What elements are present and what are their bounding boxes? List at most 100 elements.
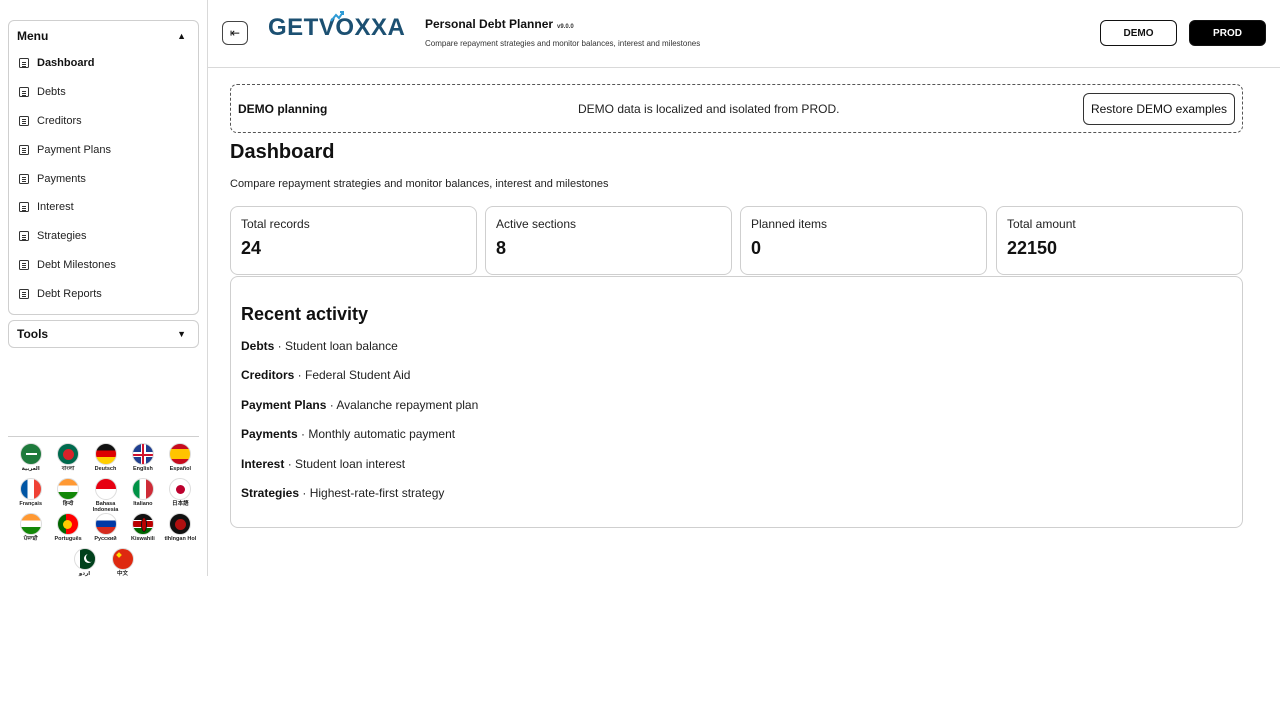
tools-panel-toggle[interactable]: Tools ▼ [8,320,199,349]
stat-label: Planned items [751,217,828,231]
kenya-flag-icon [131,513,154,535]
bangladesh-flag-icon [57,443,80,465]
language-russian[interactable]: Русский [87,513,124,546]
france-flag-icon [19,478,42,500]
language-punjabi[interactable]: ਪੰਜਾਬੀ [12,513,49,546]
chevron-up-icon[interactable]: ▲ [177,31,186,41]
restore-demo-button[interactable]: Restore DEMO examples [1083,93,1235,125]
stat-card-total-amount: Total amount 22150 [996,206,1243,275]
china-flag-icon [111,548,134,570]
app-subtitle: Compare repayment strategies and monitor… [425,39,701,48]
list-item: Interest · Student loan interest [241,456,406,471]
language-french[interactable]: Français [12,478,49,511]
menu-header[interactable]: Menu ▲ [9,25,198,49]
document-icon [19,259,29,270]
language-english[interactable]: English [124,443,161,476]
banner-message: DEMO data is localized and isolated from… [578,101,840,116]
list-item: Payments · Monthly automatic payment [241,427,456,442]
list-item: Strategies · Highest-rate-first strategy [241,485,445,500]
stat-value: 8 [496,238,507,258]
menu-title: Menu [17,29,49,43]
sidebar-item-label: Dashboard [37,57,95,70]
stat-card-active-sections: Active sections 8 [485,206,732,275]
language-arabic[interactable]: العربية [12,443,49,476]
document-icon [19,87,29,98]
arrow-logo-icon [330,11,344,22]
stat-value: 24 [241,238,262,258]
language-urdu[interactable]: اردو [66,548,104,581]
brand-logo: GETVOXXA [268,11,405,42]
language-hindi[interactable]: हिन्दी [49,478,86,511]
sidebar-item-label: Debts [37,86,66,99]
tools-title: Tools [17,327,49,342]
language-spanish[interactable]: Español [162,443,199,476]
document-icon [19,115,29,126]
klingon-flag-icon [169,513,192,535]
india-flag-icon [57,478,80,500]
sidebar-item-interest[interactable]: Interest [9,193,198,222]
uk-flag-icon [131,443,154,465]
document-icon [19,58,29,69]
chevron-down-icon[interactable]: ▼ [177,329,186,339]
app-title: Personal Debt Planner v9.0.0 [425,17,574,31]
menu-panel: Menu ▲ Dashboard Debts Creditors Payment… [8,20,199,316]
sidebar-item-payment-plans[interactable]: Payment Plans [9,135,198,164]
pakistan-flag-icon [73,548,96,570]
document-icon [19,173,29,184]
language-italian[interactable]: Italiano [124,478,161,511]
sidebar-item-label: Creditors [37,114,82,127]
language-chinese[interactable]: 中文 [104,548,142,581]
demo-banner: DEMO planning DEMO data is localized and… [230,84,1243,133]
demo-env-button[interactable]: DEMO [1100,20,1177,46]
document-icon [19,231,29,242]
germany-flag-icon [94,443,117,465]
app-version: v9.0.0 [557,24,574,30]
document-icon [19,202,29,213]
list-item: Payment Plans · Avalanche repayment plan [241,397,479,412]
document-icon [19,144,29,155]
language-bengali[interactable]: বাংলা [49,443,86,476]
india-flag-icon [19,513,42,535]
activity-title: Recent activity [241,304,369,324]
sidebar-item-label: Strategies [37,230,87,243]
saudi-flag-icon [19,443,42,465]
stat-label: Active sections [496,217,577,231]
list-item: Debts · Student loan balance [241,339,398,353]
indonesia-flag-icon [94,478,117,500]
banner-title: DEMO planning [238,101,328,116]
sidebar-item-label: Interest [37,201,74,214]
spain-flag-icon [169,443,192,465]
stat-card-total-records: Total records 24 [230,206,477,275]
language-swahili[interactable]: Kiswahili [124,513,161,546]
language-indonesian[interactable]: Bahasa Indonesia [87,478,124,513]
sidebar-item-debts[interactable]: Debts [9,78,198,107]
sidebar-item-debt-reports[interactable]: Debt Reports [9,279,198,308]
sidebar-item-label: Payment Plans [37,143,111,156]
portugal-flag-icon [57,513,80,535]
italy-flag-icon [131,478,154,500]
prod-env-button[interactable]: PROD [1189,20,1266,46]
list-item: Creditors · Federal Student Aid [241,368,411,383]
language-japanese[interactable]: 日本語 [162,478,199,511]
stat-card-planned-items: Planned items 0 [740,206,987,275]
sidebar-item-creditors[interactable]: Creditors [9,107,198,136]
japan-flag-icon [169,478,192,500]
sidebar-item-label: Payments [37,172,86,185]
recent-activity-panel: Recent activity Debts · Student loan bal… [230,276,1243,528]
language-german[interactable]: Deutsch [87,443,124,476]
collapse-left-icon: ⇤ [229,26,241,40]
sidebar-item-dashboard[interactable]: Dashboard [9,49,198,78]
language-selector: العربية বাংলা Deutsch English Español Fr… [8,436,199,583]
sidebar-item-strategies[interactable]: Strategies [9,222,198,251]
language-portuguese[interactable]: Português [49,513,86,546]
page-title: Dashboard [230,141,335,163]
document-icon [19,288,29,299]
sidebar: Menu ▲ Dashboard Debts Creditors Payment… [0,0,208,577]
sidebar-item-payments[interactable]: Payments [9,164,198,193]
stat-value: 0 [751,238,762,258]
sidebar-item-debt-milestones[interactable]: Debt Milestones [9,251,198,280]
collapse-sidebar-button[interactable]: ⇤ [222,21,248,45]
top-header: ⇤ GETVOXXA Personal Debt Planner v9.0.0 C… [208,0,1280,68]
page-subtitle: Compare repayment strategies and monitor… [230,178,609,190]
language-klingon[interactable]: tlhIngan Hol [162,513,199,546]
